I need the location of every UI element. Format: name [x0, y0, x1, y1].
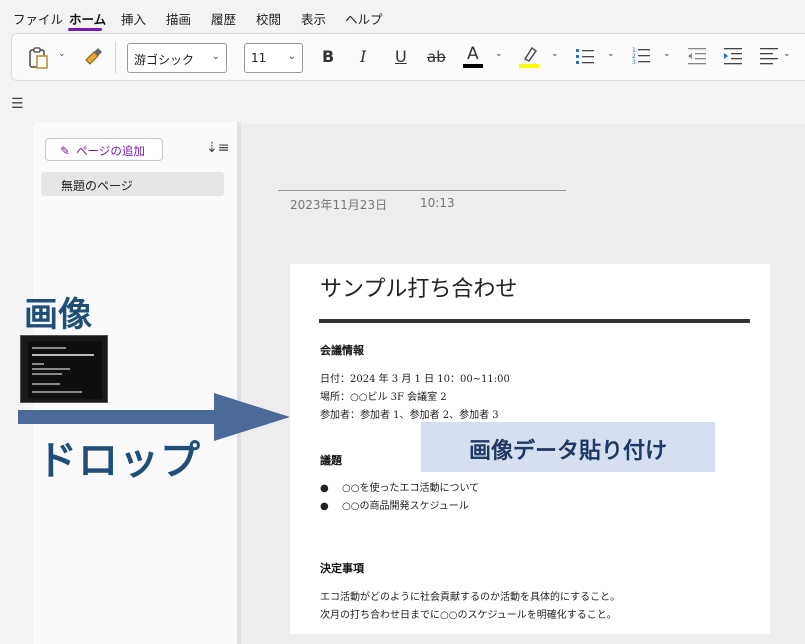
- align-icon[interactable]: [759, 47, 779, 65]
- bullet-glyph: ●: [320, 501, 329, 512]
- navigation-menu-icon[interactable]: ☰: [11, 96, 24, 112]
- agenda-text: ○○の商品開発スケジュール: [342, 501, 469, 512]
- underline-button[interactable]: U: [395, 47, 407, 66]
- font-color-button[interactable]: A: [467, 44, 479, 64]
- font-size-dropdown[interactable]: 11 ⌄: [244, 43, 303, 73]
- thumbnail-line: [32, 363, 44, 365]
- doc-agenda-item: ● ○○を使ったエコ活動について: [320, 479, 479, 494]
- page-list-item[interactable]: 無題のページ: [41, 172, 224, 196]
- drop-annotation-label: ドロップ: [37, 438, 201, 484]
- strikethrough-button[interactable]: ab: [427, 48, 446, 66]
- menu-insert[interactable]: 挿入: [121, 9, 146, 28]
- agenda-text: ○○を使ったエコ活動について: [342, 483, 480, 494]
- menu-bar: ファイル ホーム 挿入 描画 履歴 校閲 表示 ヘルプ: [0, 0, 805, 34]
- paste-annotation-label: 画像データ貼り付け: [421, 422, 715, 472]
- decrease-indent-icon[interactable]: [687, 47, 707, 65]
- note-date: 2023年11月23日: [290, 198, 388, 212]
- doc-section-heading: 会議情報: [320, 344, 364, 357]
- add-page-icon: ✎: [60, 144, 71, 158]
- doc-decision-line: エコ活動がどのように社会貢献するのか活動を具体的にすること。: [320, 592, 621, 603]
- italic-button[interactable]: I: [360, 47, 366, 66]
- doc-decision-line: 次月の打ち合わせ日までに○○のスケジュールを明確化すること。: [320, 610, 617, 621]
- image-annotation-label: 画像: [24, 295, 92, 335]
- menu-help[interactable]: ヘルプ: [345, 9, 383, 28]
- thumbnail-line: [32, 354, 94, 356]
- chevron-down-icon: ⌄: [211, 51, 220, 62]
- numbered-list-icon[interactable]: 1 2 3: [631, 46, 651, 66]
- svg-text:3: 3: [632, 59, 636, 66]
- doc-section-heading: 決定事項: [320, 562, 364, 575]
- thumbnail-line: [32, 347, 66, 349]
- bullet-glyph: ●: [320, 483, 329, 494]
- menu-draw[interactable]: 描画: [166, 9, 191, 28]
- ribbon-toolbar: ⌄ 游ゴシック ⌄ 11 ⌄ B I U ab A ⌄ ⌄ ⌄ 1 2 3 ⌄: [11, 33, 805, 81]
- increase-indent-icon[interactable]: [723, 47, 743, 65]
- thumbnail-line: [32, 373, 62, 375]
- thumbnail-line: [32, 383, 60, 385]
- font-color-swatch: [463, 64, 483, 68]
- doc-info-line: 場所：○○ビル 3F 会議室 2: [320, 392, 447, 403]
- menu-file[interactable]: ファイル: [13, 9, 63, 28]
- align-chevron-icon[interactable]: ⌄: [783, 49, 791, 59]
- highlight-icon[interactable]: [520, 45, 540, 63]
- doc-title: サンプル打ち合わせ: [320, 277, 518, 302]
- active-tab-indicator: [68, 28, 102, 31]
- font-color-chevron-icon[interactable]: ⌄: [495, 49, 503, 59]
- highlight-swatch: [519, 64, 539, 68]
- format-painter-icon[interactable]: [82, 46, 104, 68]
- thumbnail-content: [28, 341, 102, 399]
- doc-title-rule: [319, 319, 750, 323]
- menu-history[interactable]: 履歴: [211, 9, 236, 28]
- menu-review[interactable]: 校閲: [256, 9, 281, 28]
- note-time: 10:13: [420, 196, 455, 210]
- sort-icon[interactable]: ⇣≡: [206, 140, 229, 156]
- doc-section-heading: 議題: [320, 454, 342, 467]
- page-title-field[interactable]: [278, 190, 566, 191]
- add-page-button[interactable]: ✎ ページの追加: [45, 138, 163, 161]
- doc-agenda-item: ● ○○の商品開発スケジュール: [320, 497, 469, 512]
- chevron-down-icon: ⌄: [287, 51, 296, 62]
- bold-button[interactable]: B: [322, 47, 334, 66]
- paste-icon[interactable]: [28, 46, 50, 70]
- doc-info-line: 日付：2024 年 3 月 1 日 10：00~11:00: [320, 374, 510, 385]
- font-name-value: 游ゴシック: [134, 53, 195, 67]
- add-page-label: ページの追加: [76, 144, 145, 158]
- numbered-list-chevron-icon[interactable]: ⌄: [663, 49, 671, 59]
- separator: [115, 42, 116, 74]
- menu-home[interactable]: ホーム: [69, 9, 106, 28]
- bullet-list-icon[interactable]: [575, 47, 595, 65]
- font-size-value: 11: [251, 51, 267, 65]
- font-name-dropdown[interactable]: 游ゴシック ⌄: [127, 43, 227, 73]
- thumbnail-line: [32, 368, 70, 370]
- menu-view[interactable]: 表示: [301, 9, 326, 28]
- paste-chevron-icon[interactable]: ⌄: [58, 49, 66, 59]
- highlight-chevron-icon[interactable]: ⌄: [551, 49, 559, 59]
- note-canvas[interactable]: 2023年11月23日 10:13 サンプル打ち合わせ 会議情報 日付：2024…: [241, 124, 805, 644]
- doc-info-line: 参加者：参加者 1、参加者 2、参加者 3: [320, 410, 499, 421]
- bullet-list-chevron-icon[interactable]: ⌄: [607, 49, 615, 59]
